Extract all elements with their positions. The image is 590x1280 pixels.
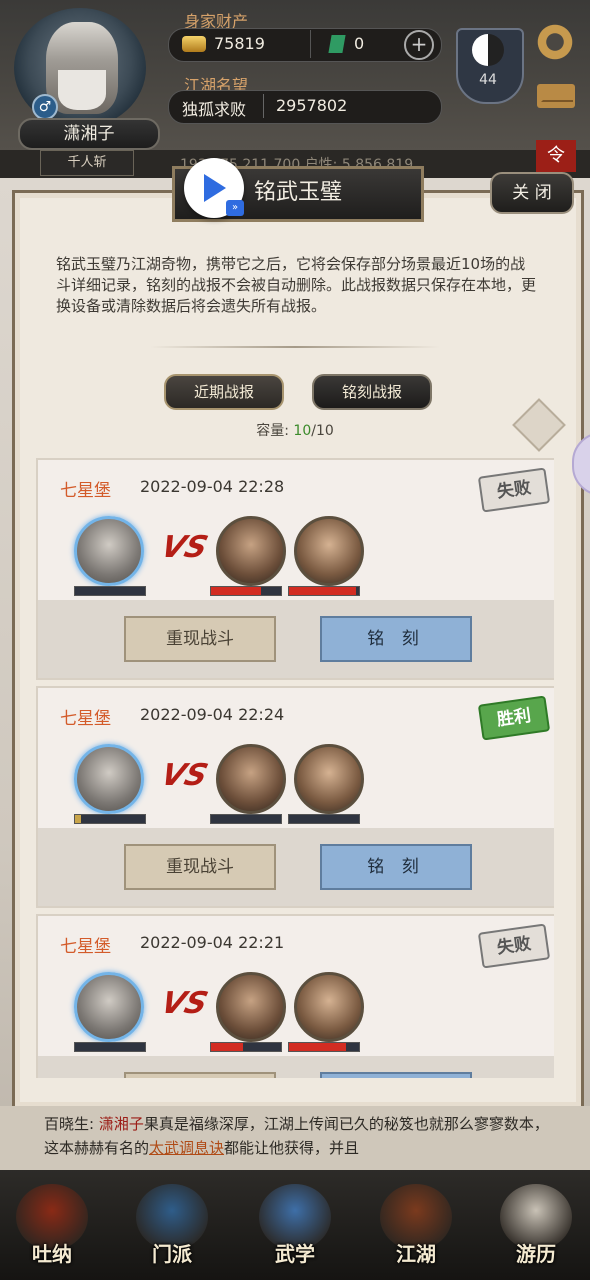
story-item-link[interactable]: 太武调息诀 <box>149 1139 224 1157</box>
tab-recent-reports[interactable]: 近期战报 <box>164 374 284 410</box>
panel-description: 铭武玉璧乃江湖奇物，携带它之后，它将会保存部分场景最近10场的战斗详细记录，铭刻… <box>56 255 537 315</box>
nav-jianghu[interactable]: 江湖 <box>364 1178 468 1274</box>
nav-label: 游历 <box>516 1242 556 1266</box>
close-button[interactable]: 关 闭 <box>490 172 574 214</box>
story-speaker: 百晓生: <box>44 1115 99 1133</box>
nav-martial-arts[interactable]: 武学 <box>243 1178 347 1274</box>
hp-fill <box>75 815 81 823</box>
enemy-portrait <box>216 516 286 586</box>
carve-button[interactable]: 铭 刻 <box>320 1072 472 1078</box>
player-hp-bar <box>74 586 146 596</box>
hp-fill <box>211 587 262 595</box>
nav-breathing[interactable]: 吐纳 <box>0 1178 104 1274</box>
story-text: 百晓生: 潇湘子果真是福缘深厚，江湖上传闻已久的秘笈也就那么寥寥数本，这本赫赫有… <box>44 1112 554 1160</box>
enemy-portrait <box>294 516 364 586</box>
player-portrait <box>74 744 144 814</box>
hp-fill <box>289 587 356 595</box>
enemy-hp-bar <box>288 1042 360 1052</box>
order-badge[interactable]: 令 <box>536 140 576 172</box>
card-actions <box>38 1056 554 1078</box>
jade-amount: 0 <box>354 34 365 53</box>
capacity-total: /10 <box>311 423 334 439</box>
capacity-indicator: 容量: 10/10 <box>230 420 360 440</box>
carve-button[interactable]: 铭 刻 <box>320 616 472 662</box>
battle-time: 2022-09-04 22:28 <box>140 477 285 496</box>
play-icon <box>204 174 226 202</box>
avatar-beard <box>58 70 106 110</box>
vs-icon: VS <box>157 758 212 793</box>
nav-sect[interactable]: 门派 <box>120 1178 224 1274</box>
gold-ingot-icon <box>182 36 206 52</box>
add-currency-button[interactable]: + <box>404 30 434 60</box>
fast-forward-icon: » <box>226 200 244 216</box>
reputation-divider <box>263 94 264 118</box>
player-level: 44 <box>479 72 497 88</box>
card-actions <box>38 600 554 678</box>
enemy-hp-bar <box>210 586 282 596</box>
rank-title: 独孤求败 <box>182 100 247 119</box>
replay-battle-button[interactable]: 重现战斗 <box>124 1072 276 1078</box>
battle-time: 2022-09-04 22:24 <box>140 705 285 724</box>
enemy-portrait <box>294 972 364 1042</box>
enemy-portrait <box>294 744 364 814</box>
wealth-bar <box>168 28 442 62</box>
section-divider <box>150 346 440 348</box>
enemy-hp-bar <box>210 814 282 824</box>
story-hero-name: 潇湘子 <box>98 1115 144 1133</box>
enemy-hp-bar <box>288 586 360 596</box>
gear-icon[interactable] <box>535 22 575 62</box>
player-title: 千人斩 <box>40 150 134 176</box>
mail-icon[interactable] <box>537 84 575 108</box>
enemy-portrait <box>216 744 286 814</box>
battle-location: 七星堡 <box>60 709 111 729</box>
battle-time: 2022-09-04 22:21 <box>140 933 285 952</box>
report-card: 七星堡 2022-09-04 22:24 胜利 VS 重现战斗 铭 刻 <box>36 686 554 908</box>
vs-icon: VS <box>157 986 212 1021</box>
hp-fill <box>211 1043 243 1051</box>
player-hp-bar <box>74 814 146 824</box>
enemy-hp-bar <box>210 1042 282 1052</box>
wealth-divider <box>310 30 311 58</box>
battle-location: 七星堡 <box>60 937 111 957</box>
report-card: 七星堡 2022-09-04 22:21 失败 VS 重现战斗 铭 刻 <box>36 914 554 1078</box>
player-name: 潇湘子 <box>18 118 160 150</box>
gold-amount: 75819 <box>214 34 265 53</box>
capacity-used: 10 <box>293 423 312 439</box>
card-actions <box>38 828 554 906</box>
reputation-value: 2957802 <box>276 96 348 115</box>
nav-label: 门派 <box>152 1242 192 1266</box>
story-body-end: 都能让他获得，并且 <box>224 1139 360 1157</box>
capacity-label: 容量: <box>256 423 294 439</box>
replay-battle-button[interactable]: 重现战斗 <box>124 616 276 662</box>
report-list[interactable]: 七星堡 2022-09-04 22:28 失败 VS 重现战斗 铭 刻 七星堡 … <box>36 458 554 1078</box>
taiji-icon <box>472 34 504 66</box>
enemy-portrait <box>216 972 286 1042</box>
carve-button[interactable]: 铭 刻 <box>320 844 472 890</box>
battle-location: 七星堡 <box>60 481 111 501</box>
nav-travel[interactable]: 游历 <box>484 1178 588 1274</box>
nav-label: 武学 <box>275 1242 315 1266</box>
nav-label: 吐纳 <box>32 1242 72 1266</box>
hp-fill <box>289 1043 347 1051</box>
replay-battle-button[interactable]: 重现战斗 <box>124 844 276 890</box>
vs-icon: VS <box>157 530 212 565</box>
male-gender-icon: ♂ <box>32 94 58 120</box>
tab-carved-reports[interactable]: 铭刻战报 <box>312 374 432 410</box>
player-hp-bar <box>74 1042 146 1052</box>
player-portrait <box>74 972 144 1042</box>
report-card: 七星堡 2022-09-04 22:28 失败 VS 重现战斗 铭 刻 <box>36 458 554 680</box>
nav-label: 江湖 <box>396 1242 436 1266</box>
enemy-hp-bar <box>288 814 360 824</box>
player-portrait <box>74 516 144 586</box>
